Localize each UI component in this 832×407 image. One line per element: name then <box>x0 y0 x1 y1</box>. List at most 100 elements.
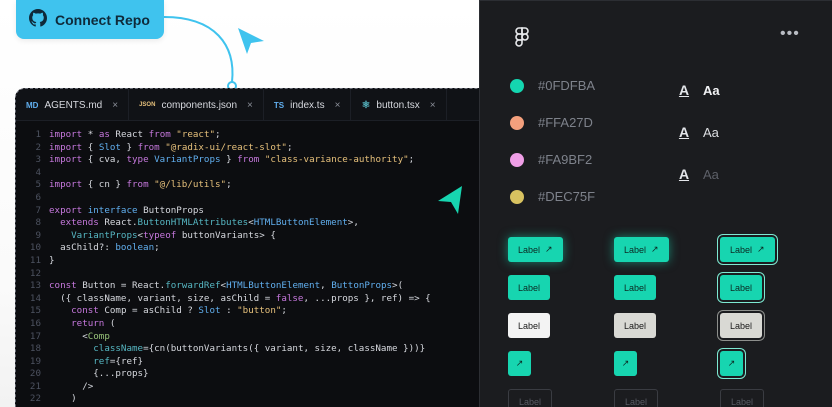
typescript-file-icon: TS <box>273 100 285 110</box>
font-styles: A Aa A Aa A Aa <box>677 69 720 195</box>
color-dot <box>510 152 524 167</box>
close-icon[interactable]: × <box>112 100 118 111</box>
color-dot <box>510 189 524 204</box>
cursor-pointer-icon <box>238 28 264 54</box>
line-number: 4 <box>35 166 41 178</box>
code-line: 5 import { cn } from "@/lib/utils"; <box>16 179 500 192</box>
color-swatch[interactable]: #FFA27D <box>510 104 595 141</box>
font-style-row[interactable]: A Aa <box>677 111 720 153</box>
code-text: className={cn(buttonVariants({ variant, … <box>93 343 426 355</box>
icon-button[interactable]: ↗ <box>508 351 531 376</box>
close-icon[interactable]: × <box>430 100 436 111</box>
color-swatches: #0FDFBA #FFA27D #FA9BF2 #DEC75F <box>510 67 595 215</box>
arrow-up-right-icon: ↗ <box>545 244 553 254</box>
code-text: import { cva, type VariantProps } from "… <box>49 154 415 166</box>
code-line: 18 className={cn(buttonVariants({ varian… <box>16 343 500 356</box>
code-line: 16 return ( <box>16 318 500 331</box>
tab-index-ts[interactable]: TS index.ts × <box>264 89 352 121</box>
code-text: const Button = React.forwardRef<HTMLButt… <box>49 280 404 292</box>
line-number: 17 <box>29 330 41 342</box>
cursor-pointer-icon <box>438 186 462 214</box>
icon-button[interactable]: ↗ <box>720 351 743 376</box>
label-button[interactable]: Label <box>508 313 551 338</box>
code-text: {...props} <box>49 368 149 380</box>
code-text: ref={ref} <box>93 355 144 367</box>
tab-button-tsx[interactable]: ⚛ button.tsx × <box>351 89 447 121</box>
code-text: export interface ButtonProps <box>49 204 204 216</box>
code-line: 9 VariantProps<typeof buttonVariants> { <box>16 230 500 243</box>
code-text: import { cn } from "@/lib/utils"; <box>49 179 232 191</box>
editor-tabs: MD AGENTS.md × JSON components.json × TS… <box>16 89 500 121</box>
line-number: 6 <box>35 191 41 203</box>
line-number: 2 <box>35 141 41 153</box>
line-number: 8 <box>35 217 41 229</box>
label-button-disabled[interactable]: Label <box>508 389 553 407</box>
line-number: 1 <box>35 129 41 140</box>
arrow-up-right-icon: ↗ <box>727 358 736 368</box>
label-button-disabled[interactable]: Label <box>614 389 659 407</box>
label-button[interactable]: Label <box>720 275 763 300</box>
react-file-icon: ⚛ <box>361 99 371 111</box>
line-number: 16 <box>29 317 41 329</box>
typography-icon: A <box>678 82 690 98</box>
tab-components-json[interactable]: JSON components.json × <box>129 89 264 121</box>
icon-button[interactable]: ↗ <box>614 351 637 376</box>
markdown-file-icon: MD <box>26 100 39 110</box>
label-button[interactable]: Label <box>614 275 657 300</box>
code-line: 4 <box>16 167 500 180</box>
label-button[interactable]: Label <box>614 313 657 338</box>
line-number: 15 <box>29 305 41 317</box>
color-swatch[interactable]: #DEC75F <box>510 178 595 215</box>
arrow-up-right-icon: ↗ <box>757 244 765 254</box>
tab-agents-md[interactable]: MD AGENTS.md × <box>16 89 130 121</box>
code-text: extends React.ButtonHTMLAttributes<HTMLB… <box>60 217 359 229</box>
font-style-row[interactable]: A Aa <box>677 153 720 195</box>
label-button[interactable]: Label ↗ <box>508 237 563 262</box>
label-button[interactable]: Label ↗ <box>614 237 669 262</box>
arrow-up-right-icon: ↗ <box>621 358 630 368</box>
close-icon[interactable]: × <box>247 100 253 111</box>
close-icon[interactable]: × <box>335 100 341 111</box>
figma-logo-icon <box>515 27 529 47</box>
line-number: 22 <box>29 393 41 405</box>
code-text: ) <box>49 393 77 405</box>
code-text: asChild?: boolean; <box>49 242 160 254</box>
code-editor: MD AGENTS.md × JSON components.json × TS… <box>15 88 501 407</box>
line-number: 7 <box>35 204 41 216</box>
color-dot <box>510 115 524 130</box>
label-button-disabled[interactable]: Label <box>720 389 765 407</box>
more-options-icon[interactable]: ••• <box>780 25 800 43</box>
line-number: 14 <box>29 292 41 304</box>
code-line: 14 ({ className, variant, size, asChild … <box>16 293 500 306</box>
color-swatch[interactable]: #0FDFBA <box>510 67 595 104</box>
label-button[interactable]: Label <box>720 313 763 338</box>
line-number: 3 <box>35 154 41 166</box>
label-button[interactable]: Label <box>508 275 551 300</box>
line-number: 9 <box>35 229 41 241</box>
code-line: 19 ref={ref} <box>16 356 500 369</box>
color-dot <box>510 78 524 93</box>
code-line: 13 const Button = React.forwardRef<HTMLBu… <box>16 280 500 293</box>
line-number: 18 <box>29 343 41 355</box>
code-line: 6 <box>16 192 500 205</box>
github-icon <box>29 9 47 30</box>
line-number: 10 <box>29 242 41 254</box>
font-style-row[interactable]: A Aa <box>677 69 720 111</box>
typography-icon: A <box>678 166 690 182</box>
code-line: 12 <box>16 268 500 281</box>
design-panel: ••• #0FDFBA #FFA27D #FA9BF2 #DEC75F A Aa… <box>479 0 832 407</box>
color-swatch[interactable]: #FA9BF2 <box>510 141 595 178</box>
label-button[interactable]: Label ↗ <box>720 237 775 262</box>
typography-icon: A <box>678 124 690 140</box>
code-line: 7 export interface ButtonProps <box>16 205 500 218</box>
code-body[interactable]: 1 import * as React from "react"; 2 import … <box>16 121 500 406</box>
code-text: ({ className, variant, size, asChild = f… <box>49 292 431 304</box>
code-line: 2 import { Slot } from "@radix-ui/react-s… <box>16 142 500 155</box>
button-variants-grid: Label ↗ Label ↗ Label ↗ Label Label Label L… <box>508 237 826 407</box>
line-number: 5 <box>35 179 41 191</box>
code-text: } <box>49 254 55 266</box>
connect-repo-button[interactable]: Connect Repo <box>16 0 164 39</box>
code-text: import * as React from "react"; <box>49 129 221 140</box>
arrow-up-right-icon: ↗ <box>651 244 659 254</box>
code-text: VariantProps<typeof buttonVariants> { <box>71 229 276 241</box>
